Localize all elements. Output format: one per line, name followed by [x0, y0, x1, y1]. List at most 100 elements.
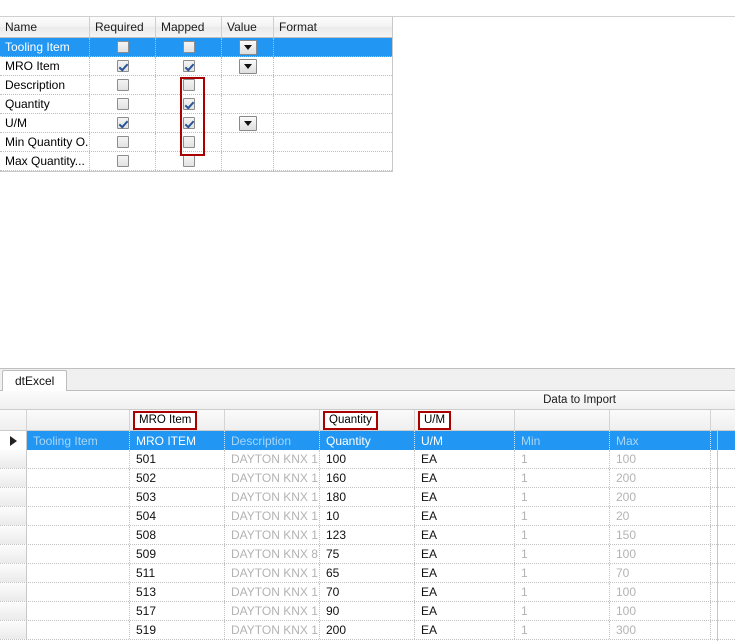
cell-description[interactable]: DAYTON KNX 1... [225, 450, 320, 468]
table-row[interactable]: 502 DAYTON KNX 1... 160 EA 1 200 [0, 469, 735, 488]
mapped-checkbox[interactable] [182, 117, 195, 129]
cell-um[interactable]: EA [415, 545, 515, 563]
cell-description[interactable]: DAYTON KNX 1... [225, 602, 320, 620]
cell-tooling-item[interactable] [27, 469, 130, 487]
mapped-checkbox[interactable] [182, 41, 195, 53]
table-row[interactable]: 513 DAYTON KNX 1... 70 EA 1 100 [0, 583, 735, 602]
format-cell[interactable] [274, 95, 392, 113]
cell-min[interactable]: 1 [515, 488, 610, 506]
required-checkbox-cell[interactable] [90, 133, 156, 151]
mapping-row[interactable]: Max Quantity... [0, 152, 392, 171]
cell-um[interactable]: EA [415, 602, 515, 620]
cell-max[interactable]: 100 [610, 450, 711, 468]
cell-um[interactable]: EA [415, 507, 515, 525]
value-cell[interactable] [222, 76, 274, 94]
row-header-cell[interactable] [0, 450, 27, 468]
mapped-checkbox-cell[interactable] [156, 57, 222, 75]
cell-description[interactable]: DAYTON KNX 1... [225, 488, 320, 506]
mapping-column-header-required[interactable]: Required [90, 17, 156, 37]
cell-tooling-item[interactable] [27, 583, 130, 601]
mapping-row[interactable]: Description [0, 76, 392, 95]
cell-mro-item[interactable]: 519 [130, 621, 225, 639]
cell-max[interactable]: 300 [610, 621, 711, 639]
cell-um[interactable]: EA [415, 526, 515, 544]
cell-quantity[interactable]: 90 [320, 602, 415, 620]
cell-min[interactable]: 1 [515, 602, 610, 620]
value-cell[interactable] [222, 57, 274, 75]
chevron-down-icon[interactable] [238, 39, 257, 55]
cell-max[interactable]: 200 [610, 469, 711, 487]
tab-dtexcel[interactable]: dtExcel [2, 370, 68, 392]
data-column-header-min[interactable]: Min [515, 431, 610, 450]
mapping-row[interactable]: Min Quantity O... [0, 133, 392, 152]
format-cell[interactable] [274, 114, 392, 132]
cell-min[interactable]: 1 [515, 564, 610, 582]
table-row[interactable]: 503 DAYTON KNX 1... 180 EA 1 200 [0, 488, 735, 507]
value-cell[interactable] [222, 38, 274, 56]
mapped-checkbox-cell[interactable] [156, 95, 222, 113]
cell-tooling-item[interactable] [27, 488, 130, 506]
table-row[interactable]: 508 DAYTON KNX 1... 123 EA 1 150 [0, 526, 735, 545]
format-cell[interactable] [274, 38, 392, 56]
row-header-cell[interactable] [0, 507, 27, 525]
required-checkbox-cell[interactable] [90, 114, 156, 132]
cell-um[interactable]: EA [415, 488, 515, 506]
row-header-cell[interactable] [0, 621, 27, 639]
cell-quantity[interactable]: 70 [320, 583, 415, 601]
cell-max[interactable]: 150 [610, 526, 711, 544]
maplabel-min[interactable] [515, 410, 610, 430]
cell-mro-item[interactable]: 508 [130, 526, 225, 544]
required-checkbox-cell[interactable] [90, 38, 156, 56]
value-cell[interactable] [222, 95, 274, 113]
cell-mro-item[interactable]: 503 [130, 488, 225, 506]
required-checkbox[interactable] [116, 41, 129, 53]
value-cell[interactable] [222, 152, 274, 170]
mapping-column-header-mapped[interactable]: Mapped [156, 17, 222, 37]
cell-tooling-item[interactable] [27, 621, 130, 639]
required-checkbox[interactable] [116, 79, 129, 91]
cell-um[interactable]: EA [415, 564, 515, 582]
cell-description[interactable]: DAYTON KNX 1... [225, 526, 320, 544]
maplabel-max[interactable] [610, 410, 711, 430]
value-cell[interactable] [222, 114, 274, 132]
cell-tooling-item[interactable] [27, 526, 130, 544]
row-header-cell[interactable] [0, 583, 27, 601]
chevron-down-icon[interactable] [238, 115, 257, 131]
table-row[interactable]: 519 DAYTON KNX 1... 200 EA 1 300 [0, 621, 735, 640]
cell-min[interactable]: 1 [515, 526, 610, 544]
mapped-checkbox-cell[interactable] [156, 114, 222, 132]
maplabel-mro-item[interactable]: MRO Item [130, 410, 225, 430]
cell-quantity[interactable]: 75 [320, 545, 415, 563]
data-column-header-description[interactable]: Description [225, 431, 320, 450]
data-column-header-max[interactable]: Max [610, 431, 711, 450]
maplabel-description[interactable] [225, 410, 320, 430]
maplabel-um[interactable]: U/M [415, 410, 515, 430]
format-cell[interactable] [274, 152, 392, 170]
row-header-cell[interactable] [0, 488, 27, 506]
format-cell[interactable] [274, 133, 392, 151]
cell-quantity[interactable]: 160 [320, 469, 415, 487]
cell-min[interactable]: 1 [515, 545, 610, 563]
mapping-row[interactable]: Tooling Item [0, 38, 392, 57]
row-header-cell[interactable] [0, 469, 27, 487]
format-cell[interactable] [274, 57, 392, 75]
cell-quantity[interactable]: 200 [320, 621, 415, 639]
mapped-checkbox-cell[interactable] [156, 152, 222, 170]
data-column-header-um[interactable]: U/M [415, 431, 515, 450]
cell-quantity[interactable]: 10 [320, 507, 415, 525]
maplabel-quantity[interactable]: Quantity [320, 410, 415, 430]
value-cell[interactable] [222, 133, 274, 151]
cell-description[interactable]: DAYTON KNX 1... [225, 469, 320, 487]
format-cell[interactable] [274, 76, 392, 94]
cell-mro-item[interactable]: 513 [130, 583, 225, 601]
table-row[interactable]: 511 DAYTON KNX 1... 65 EA 1 70 [0, 564, 735, 583]
cell-max[interactable]: 20 [610, 507, 711, 525]
row-header-cell[interactable] [0, 545, 27, 563]
row-header-cell[interactable] [0, 526, 27, 544]
mapped-checkbox[interactable] [182, 136, 195, 148]
cell-description[interactable]: DAYTON KNX 8... [225, 545, 320, 563]
mapped-checkbox-cell[interactable] [156, 133, 222, 151]
cell-quantity[interactable]: 100 [320, 450, 415, 468]
cell-min[interactable]: 1 [515, 450, 610, 468]
cell-quantity[interactable]: 123 [320, 526, 415, 544]
